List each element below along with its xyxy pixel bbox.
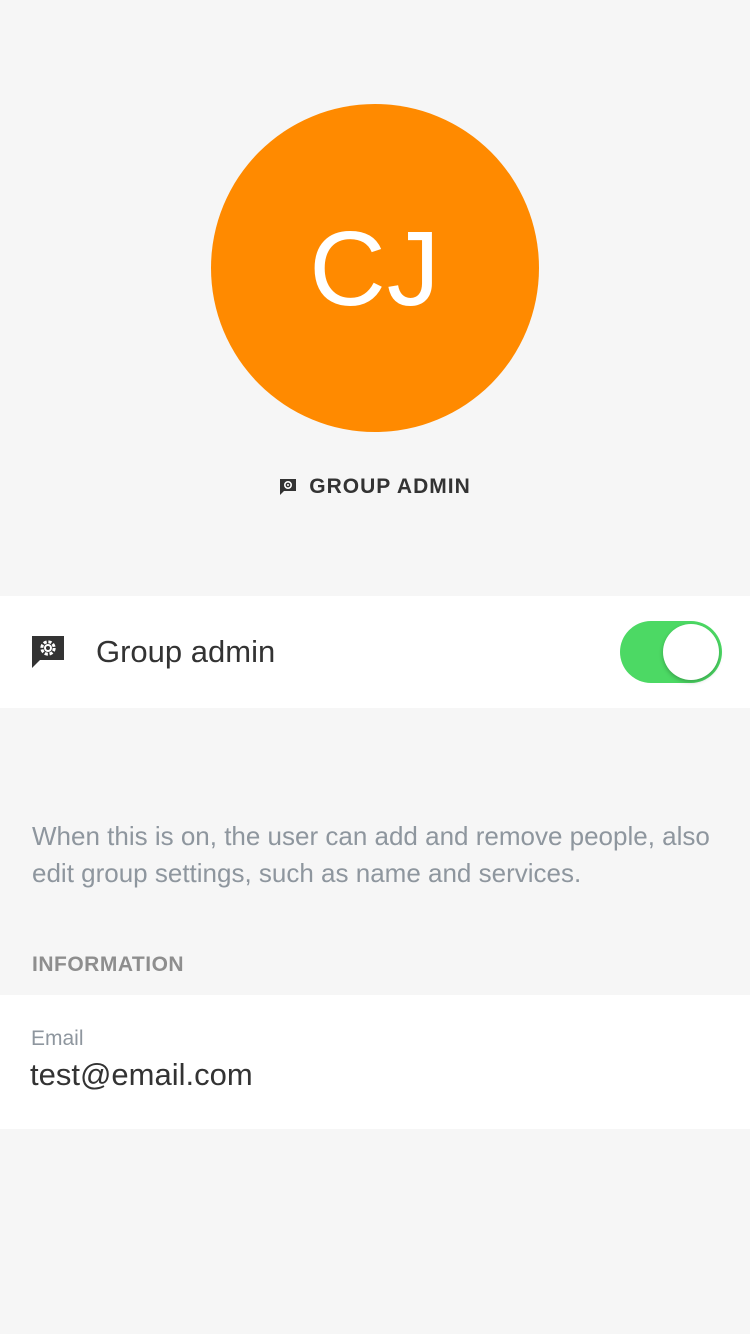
email-value: test@email.com: [30, 1057, 253, 1092]
email-label: Email: [31, 1027, 84, 1050]
role-badge-label: GROUP ADMIN: [309, 475, 471, 498]
group-admin-description: When this is on, the user can add and re…: [32, 821, 710, 888]
toggle-knob[interactable]: [663, 624, 719, 680]
group-admin-row: Group admin: [0, 596, 750, 708]
avatar-initials: CJ: [309, 210, 441, 328]
information-section-header: INFORMATION: [32, 953, 185, 976]
admin-badge-icon: [279, 478, 297, 496]
group-admin-label: Group admin: [96, 634, 276, 669]
role-badge: GROUP ADMIN: [0, 472, 750, 502]
group-admin-toggle[interactable]: [620, 621, 722, 683]
admin-badge-icon: [31, 635, 65, 669]
email-info-card: Email test@email.com: [0, 995, 750, 1129]
avatar: CJ: [211, 104, 539, 432]
